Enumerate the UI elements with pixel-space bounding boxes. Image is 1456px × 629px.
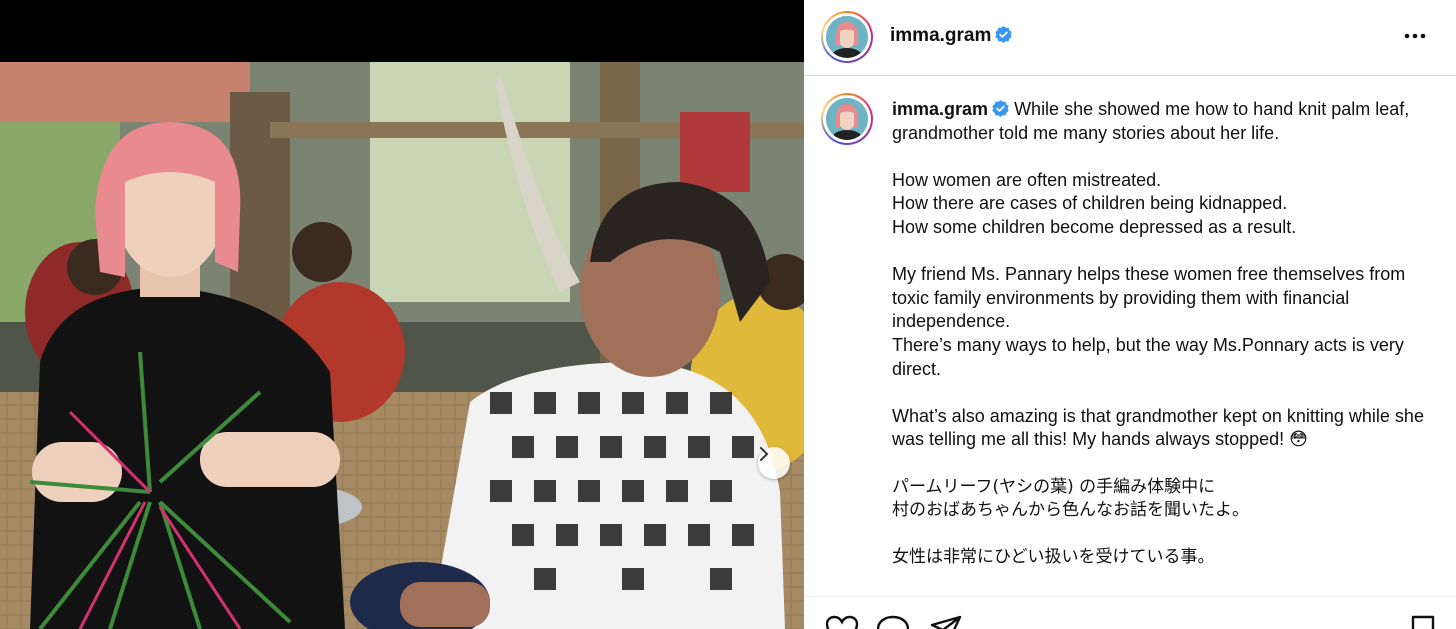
heart-icon[interactable]	[825, 615, 859, 629]
caption-avatar[interactable]	[821, 93, 873, 145]
username[interactable]: imma.gram	[890, 25, 991, 46]
next-image-button[interactable]	[758, 447, 790, 479]
caption-paragraph-japanese: パームリーフ(ヤシの葉) の手編み体験中に 村のおばあちゃんから色んなお話を聞い…	[892, 476, 1249, 521]
caption-paragraph: imma.gram While she showed me how to han…	[892, 98, 1444, 145]
caption-paragraph: How women are often mistreated. How ther…	[892, 169, 1297, 237]
paper-plane-icon[interactable]	[930, 615, 962, 629]
post-actions-bar	[804, 596, 1456, 629]
post-media	[0, 0, 804, 629]
more-options-icon[interactable]	[1400, 26, 1430, 46]
caption-paragraph: My friend Ms. Pannary helps these women …	[892, 264, 1406, 379]
photo-illustration	[0, 62, 804, 629]
caption-paragraph: What’s also amazing is that grandmother …	[892, 405, 1424, 450]
avatar[interactable]	[821, 11, 873, 63]
caption-paragraph-japanese: 女性は非常にひどい扱いを受けている事。	[892, 547, 1215, 568]
post-photo[interactable]	[0, 62, 804, 629]
verified-badge-icon	[992, 100, 1009, 117]
post-panel: imma.gram imma.gram While she showed me …	[804, 0, 1456, 629]
chevron-right-icon	[760, 447, 769, 461]
caption-area: imma.gram While she showed me how to han…	[804, 77, 1456, 595]
post-caption: imma.gram While she showed me how to han…	[892, 98, 1444, 593]
header-username-row[interactable]: imma.gram	[890, 25, 1013, 47]
post-header: imma.gram	[804, 0, 1456, 76]
bookmark-icon[interactable]	[1410, 615, 1436, 629]
comment-icon[interactable]	[877, 615, 909, 629]
avatar-image	[826, 16, 868, 58]
caption-username[interactable]: imma.gram	[892, 99, 988, 119]
avatar-image	[826, 98, 868, 140]
verified-badge-icon	[995, 26, 1013, 43]
